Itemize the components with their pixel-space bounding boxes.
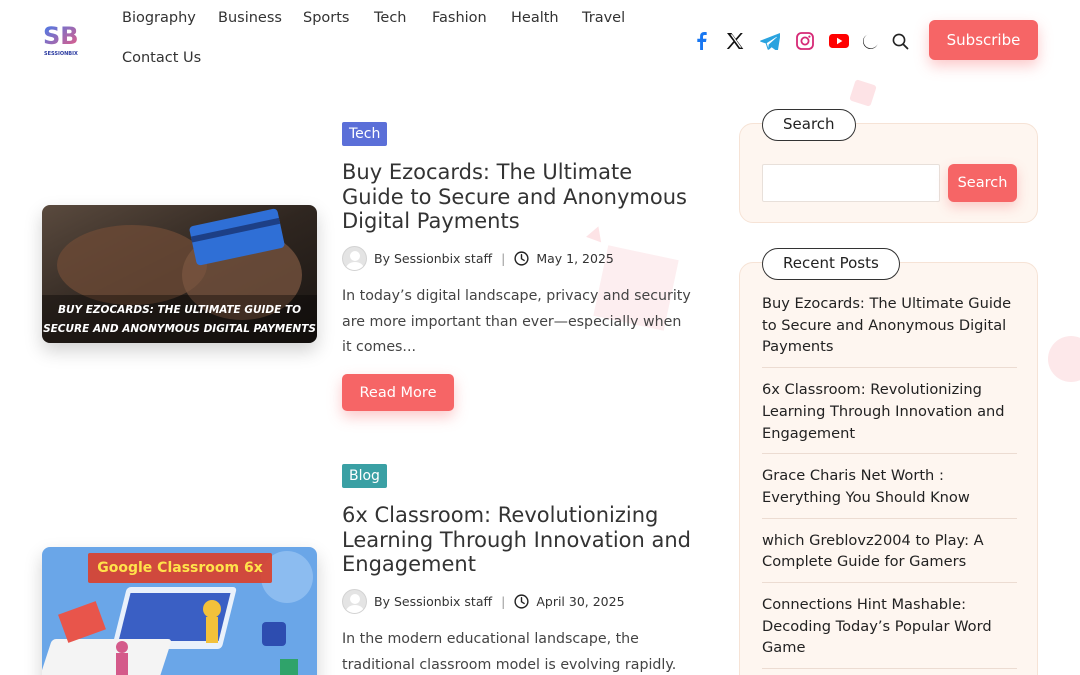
search-button[interactable]: Search xyxy=(948,164,1017,202)
read-more-button[interactable]: Read More xyxy=(342,374,454,411)
post-thumbnail[interactable]: Google Classroom 6x xyxy=(42,547,317,675)
nav-item-tech[interactable]: Tech xyxy=(374,10,406,26)
nav-item-biography[interactable]: Biography xyxy=(122,10,196,26)
post-author[interactable]: By Sessionbix staff xyxy=(374,594,492,609)
thumbnail-caption: SECURE AND ANONYMOUS DIGITAL PAYMENTS xyxy=(43,323,316,335)
meta-separator: | xyxy=(501,593,506,609)
widget-title: Recent Posts xyxy=(762,248,900,280)
search-icon[interactable] xyxy=(889,30,911,52)
search-widget: Search Search xyxy=(739,109,1038,223)
recent-posts-widget: Recent Posts Buy Ezocards: The Ultimate … xyxy=(739,248,1038,675)
post-meta: By Sessionbix staff | April 30, 2025 xyxy=(342,588,625,614)
nav-item-travel[interactable]: Travel xyxy=(582,10,625,26)
nav-item-sports[interactable]: Sports xyxy=(303,10,349,26)
nav-item-health[interactable]: Health xyxy=(511,10,559,26)
recent-posts-list: Buy Ezocards: The Ultimate Guide to Secu… xyxy=(762,293,1017,675)
widget-title: Search xyxy=(762,109,856,141)
dark-mode-toggle-icon[interactable] xyxy=(859,30,881,52)
recent-post-link[interactable]: which Greblovz2004 to Play: A Complete G… xyxy=(762,530,1017,584)
nav-item-fashion[interactable]: Fashion xyxy=(432,10,487,26)
meta-separator: | xyxy=(501,250,506,266)
facebook-icon[interactable] xyxy=(690,30,712,52)
recent-post-link[interactable]: 6x Classroom: Revolutionizing Learning T… xyxy=(762,379,1017,455)
category-badge-blog[interactable]: Blog xyxy=(342,464,387,488)
recent-post-link[interactable]: Grace Charis Net Worth : Everything You … xyxy=(762,465,1017,519)
post-thumbnail[interactable]: BUY EZOCARDS: THE ULTIMATE GUIDE TO SECU… xyxy=(42,205,317,343)
clock-icon xyxy=(514,250,529,266)
category-badge-tech[interactable]: Tech xyxy=(342,122,388,146)
logo-text: SESSIONBIX xyxy=(44,51,78,57)
youtube-icon[interactable] xyxy=(828,30,850,52)
thumbnail-caption: BUY EZOCARDS: THE ULTIMATE GUIDE TO xyxy=(57,304,302,316)
post-title[interactable]: 6x Classroom: Revolutionizing Learning T… xyxy=(342,503,692,577)
post-excerpt: In the modern educational landscape, the… xyxy=(342,631,677,673)
author-avatar[interactable] xyxy=(342,245,367,271)
recent-post-link[interactable]: Buy Ezocards: The Ultimate Guide to Secu… xyxy=(762,293,1017,369)
author-avatar[interactable] xyxy=(342,588,367,614)
thumbnail-caption: Google Classroom 6x xyxy=(97,560,263,576)
clock-icon xyxy=(514,593,529,609)
post-excerpt: In today’s digital landscape, privacy an… xyxy=(342,288,691,355)
post-date: April 30, 2025 xyxy=(536,593,625,609)
x-icon[interactable] xyxy=(724,30,746,52)
decor-circle xyxy=(1048,336,1080,382)
decor-square xyxy=(849,79,877,107)
nav-item-business[interactable]: Business xyxy=(218,10,282,26)
nav-item-contact-us[interactable]: Contact Us xyxy=(122,50,201,66)
recent-post-link[interactable]: Connections Hint Mashable: Decoding Toda… xyxy=(762,594,1017,670)
post-meta: By Sessionbix staff | May 1, 2025 xyxy=(342,245,614,271)
post-title[interactable]: Buy Ezocards: The Ultimate Guide to Secu… xyxy=(342,160,692,234)
search-input[interactable] xyxy=(762,164,940,202)
subscribe-button[interactable]: Subscribe xyxy=(929,20,1038,60)
telegram-icon[interactable] xyxy=(759,30,781,52)
post-date: May 1, 2025 xyxy=(536,250,614,266)
instagram-icon[interactable] xyxy=(794,30,816,52)
svg-text:SB: SB xyxy=(43,22,79,50)
post-author[interactable]: By Sessionbix staff xyxy=(374,251,492,266)
site-logo[interactable]: SB SESSIONBIX xyxy=(42,20,82,58)
